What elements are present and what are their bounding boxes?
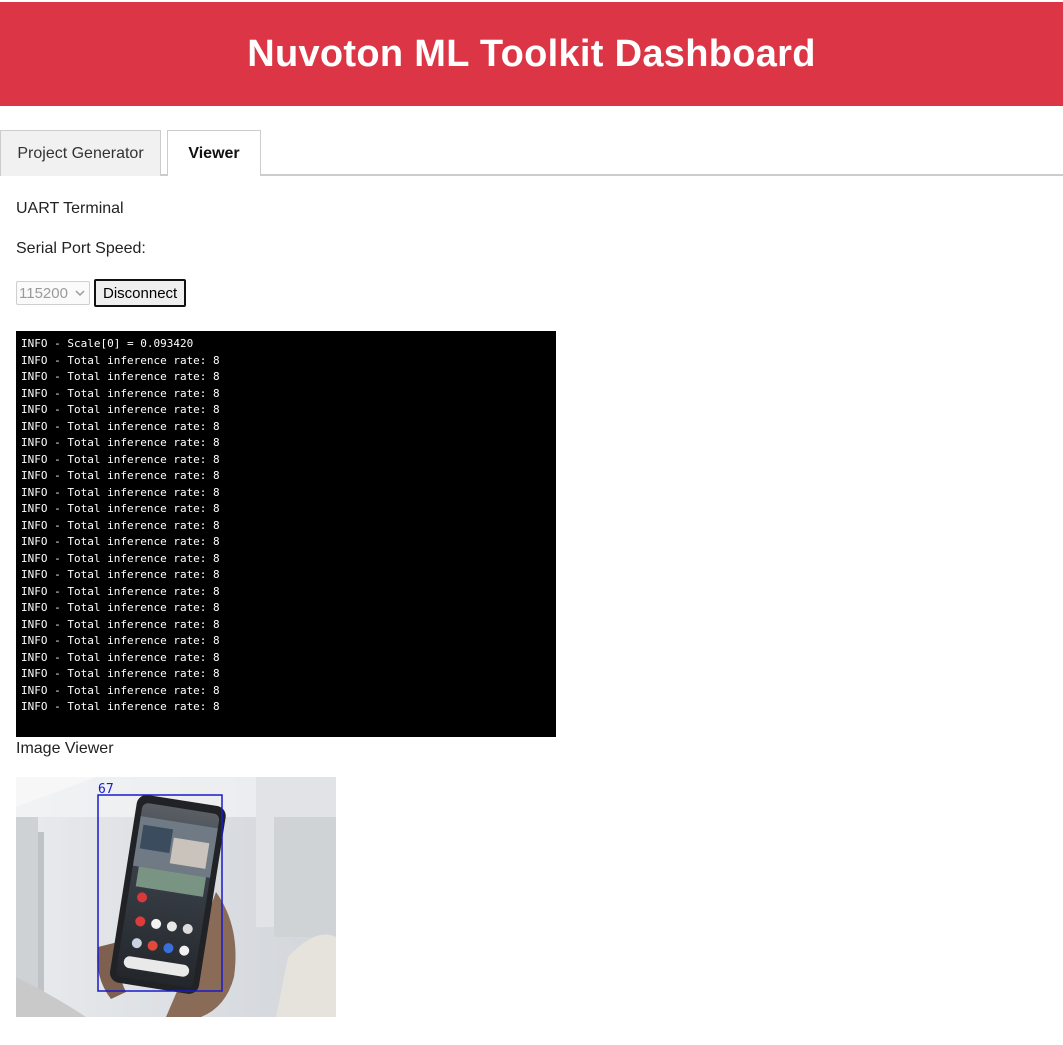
- terminal-line: INFO - Total inference rate: 8: [21, 551, 220, 565]
- terminal-line: INFO - Total inference rate: 8: [21, 419, 220, 433]
- camera-image: 67: [16, 777, 336, 1017]
- terminal-line: INFO - Total inference rate: 8: [21, 386, 220, 400]
- terminal-line: INFO - Total inference rate: 8: [21, 700, 220, 713]
- terminal-line: INFO - Total inference rate: 8: [21, 353, 220, 367]
- tab-viewer[interactable]: Viewer: [167, 130, 261, 176]
- detection-label: 67: [98, 782, 114, 797]
- tab-project-generator[interactable]: Project Generator: [0, 130, 161, 176]
- terminal-line: INFO - Total inference rate: 8: [21, 485, 220, 499]
- serial-speed-select[interactable]: 115200: [16, 281, 90, 305]
- serial-controls: 115200 Disconnect: [16, 279, 187, 307]
- disconnect-button[interactable]: Disconnect: [94, 279, 187, 307]
- terminal-line: INFO - Total inference rate: 8: [21, 650, 220, 664]
- terminal-line: INFO - Scale[0] = 0.093420: [21, 337, 194, 350]
- terminal-line: INFO - Total inference rate: 8: [21, 634, 220, 647]
- uart-terminal-heading: UART Terminal: [16, 200, 124, 217]
- terminal-line: INFO - Total inference rate: 8: [21, 469, 220, 482]
- terminal-line: INFO - Total inference rate: 8: [21, 584, 220, 598]
- chevron-down-icon: [75, 290, 85, 297]
- serial-port-speed-label: Serial Port Speed:: [16, 240, 146, 257]
- terminal-line: INFO - Total inference rate: 8: [21, 502, 220, 515]
- terminal-line: INFO - Total inference rate: 8: [21, 403, 220, 416]
- terminal-line: INFO - Total inference rate: 8: [21, 601, 220, 614]
- terminal-line: INFO - Total inference rate: 8: [21, 568, 220, 581]
- terminal-line: INFO - Total inference rate: 8: [21, 518, 220, 532]
- serial-speed-value: 115200: [19, 284, 68, 302]
- terminal-line: INFO - Total inference rate: 8: [21, 617, 220, 631]
- header-bar: Nuvoton ML Toolkit Dashboard: [0, 2, 1063, 106]
- image-viewer-frame: 67: [16, 777, 336, 1017]
- terminal-line: INFO - Total inference rate: 8: [21, 535, 220, 548]
- terminal-line: INFO - Total inference rate: 8: [21, 370, 220, 383]
- tab-bar: Project Generator Viewer: [0, 130, 1063, 176]
- uart-terminal-output[interactable]: INFO - Scale[0] = 0.093420 INFO - Total i…: [16, 331, 556, 737]
- terminal-line: INFO - Total inference rate: 8: [21, 452, 220, 466]
- image-viewer-heading: Image Viewer: [16, 740, 114, 757]
- terminal-line: INFO - Total inference rate: 8: [21, 436, 220, 449]
- terminal-line: INFO - Total inference rate: 8: [21, 667, 220, 680]
- terminal-line: INFO - Total inference rate: 8: [21, 683, 220, 697]
- page-title: Nuvoton ML Toolkit Dashboard: [247, 32, 816, 75]
